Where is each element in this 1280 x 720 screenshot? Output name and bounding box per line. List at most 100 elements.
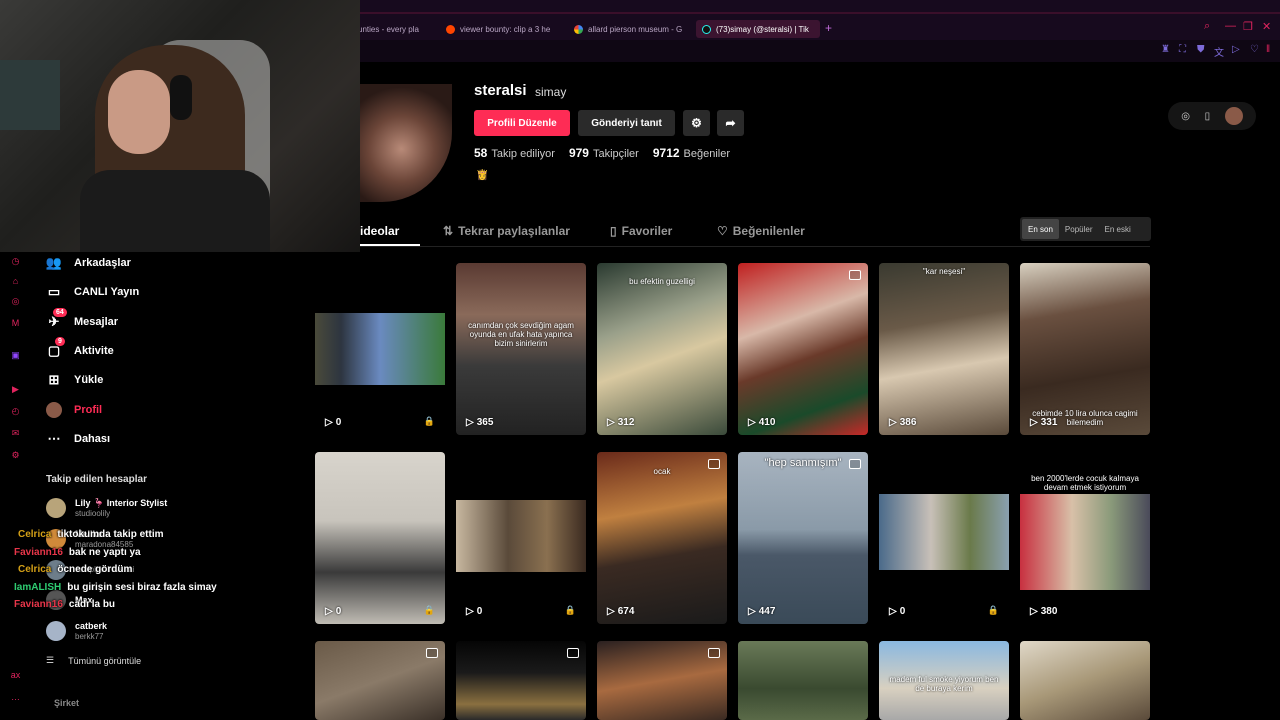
tab-videos[interactable]: ideolar <box>360 224 399 238</box>
video-card[interactable]: ocak ▷ 674 <box>597 452 727 624</box>
webcam-shirt <box>80 170 270 252</box>
sidebar-item-label: Arkadaşlar <box>74 257 131 269</box>
video-card[interactable] <box>1020 641 1150 720</box>
video-card[interactable] <box>597 641 727 720</box>
play-icon[interactable]: ▷ <box>1232 44 1240 55</box>
play-icon: ▷ <box>466 606 474 617</box>
tab-label: viewer bounty: clip a 3 he <box>460 24 551 34</box>
active-tab-indicator <box>360 244 420 246</box>
webcam-background <box>0 60 60 130</box>
tab-label: (73)simay (@steralsi) | Tik <box>716 24 809 34</box>
view-count-value: 380 <box>1040 606 1058 617</box>
search-icon[interactable]: ⌕ <box>1204 20 1210 33</box>
tab-reposts[interactable]: ⇅ Tekrar paylaşılanlar <box>443 224 570 238</box>
sidebar-item-friends[interactable]: 👥 Arkadaşlar <box>46 252 131 274</box>
company-link[interactable]: Şirket <box>54 698 79 708</box>
translate-icon[interactable]: 文 <box>1214 44 1224 59</box>
sidebar-item-profile[interactable]: Profil <box>46 399 102 421</box>
twitch-icon[interactable]: ▣ <box>10 350 21 361</box>
maximize-icon[interactable]: ❐ <box>1243 20 1253 33</box>
promote-post-button[interactable]: Gönderiyi tanıt <box>578 110 675 136</box>
see-all-link[interactable]: ☰ Tümünü görüntüle <box>46 655 141 666</box>
view-count: ▷ 312 <box>607 417 634 428</box>
browser-tab-active[interactable]: (73)simay (@steralsi) | Tik <box>696 20 820 38</box>
view-count: ▷ 0 <box>325 606 341 617</box>
chat-icon[interactable]: ✉ <box>10 428 21 439</box>
sidebar-item-more[interactable]: ⋯ Dahası <box>46 428 111 450</box>
video-card[interactable]: cebimde 10 lira olunca cagimi bilemedim … <box>1020 263 1150 435</box>
view-count: ▷ 447 <box>748 606 775 617</box>
video-card[interactable]: ▷ 0 🔒 <box>879 452 1009 624</box>
user-avatar[interactable] <box>1224 107 1243 125</box>
browser-tab-3[interactable]: allard pierson museum - G <box>568 20 690 38</box>
sort-latest[interactable]: En son <box>1022 219 1059 239</box>
video-caption: ocak <box>653 467 671 476</box>
sidebar-item-live[interactable]: ▭ CANLI Yayın <box>46 281 139 303</box>
settings-icon[interactable]: ⚙ <box>10 450 21 461</box>
stat-value: 58 <box>474 146 488 160</box>
play-circle-icon[interactable]: ▶ <box>10 384 21 395</box>
video-card[interactable]: ▷ 0 🔒 <box>315 452 445 624</box>
view-count: ▷ 0 <box>325 417 341 428</box>
mail-icon[interactable]: M <box>10 318 21 329</box>
store-icon[interactable]: ⌂ <box>10 276 21 287</box>
bookmark-icon[interactable]: ♜ <box>1161 44 1170 55</box>
sidebar-item-label: Dahası <box>74 433 111 445</box>
more-dots-icon[interactable]: … <box>10 692 21 703</box>
video-caption: ben 2000'lerde cocuk kalmaya devam etmek… <box>1031 474 1139 492</box>
following-account[interactable]: catberk berkk77 <box>46 616 107 646</box>
tab-liked[interactable]: ♡ Beğenilenler <box>717 224 805 238</box>
sidebar-item-activity[interactable]: ▢ 9 Aktivite <box>46 337 114 362</box>
share-button[interactable]: ➦ <box>717 110 744 136</box>
browser-tab-1[interactable]: unties - every pla <box>352 20 432 38</box>
extension-icon[interactable]: ax <box>10 670 21 681</box>
video-card[interactable] <box>738 641 868 720</box>
minimize-icon[interactable]: — <box>1225 20 1236 32</box>
google-icon <box>574 24 583 34</box>
settings-button[interactable]: ⚙ <box>683 110 710 136</box>
history-icon[interactable]: ◷ <box>10 256 21 267</box>
heart-icon[interactable]: ♡ <box>1250 44 1259 55</box>
compass-icon[interactable]: ◎ <box>1181 111 1190 122</box>
messages-badge: 64 <box>53 308 67 317</box>
sidebar-item-label: Mesajlar <box>74 316 119 328</box>
followers-count[interactable]: 979 Takipçiler <box>569 146 639 160</box>
stat-label: Takipçiler <box>592 148 639 160</box>
video-card[interactable] <box>315 641 445 720</box>
play-icon: ▷ <box>748 606 756 617</box>
video-card[interactable]: ''kar neşesi'' ▷ 386 <box>879 263 1009 435</box>
menu-icon[interactable]: ‖ <box>1266 44 1270 55</box>
crop-icon[interactable]: ⛶ <box>1179 44 1186 55</box>
following-account[interactable]: Lily 🦩 Interior Stylist studioolily <box>46 493 167 523</box>
video-card[interactable]: ben 2000'lerde cocuk kalmaya devam etmek… <box>1020 452 1150 624</box>
edit-profile-button[interactable]: Profili Düzenle <box>474 110 570 136</box>
browser-tab-2[interactable]: viewer bounty: clip a 3 he <box>440 20 562 38</box>
video-card[interactable]: ▷ 410 <box>738 263 868 435</box>
sidebar-item-messages[interactable]: ✈ 64 Mesajlar <box>46 308 119 333</box>
phone-icon[interactable]: ▯ <box>1205 111 1211 122</box>
video-card[interactable]: ▷ 0 🔒 <box>315 263 445 435</box>
chat-user: Celrica <box>18 529 52 540</box>
view-count-value: 447 <box>758 606 776 617</box>
profile-avatar[interactable] <box>360 84 452 202</box>
video-card[interactable]: ▷ 0 🔒 <box>456 452 586 624</box>
video-card[interactable]: canımdan çok sevdiğim agam oyunda en ufa… <box>456 263 586 435</box>
tab-favorites[interactable]: ▯ Favoriler <box>610 224 672 238</box>
shield-icon[interactable]: ⛊ <box>1197 44 1205 55</box>
profile-bio: 👸 <box>476 170 489 181</box>
video-card[interactable]: madem ful smoke yiyorum ben de buraya ke… <box>879 641 1009 720</box>
video-card[interactable] <box>456 641 586 720</box>
sort-oldest[interactable]: En eski <box>1098 219 1136 239</box>
chat-message: IamALISH bu girişin sesi biraz fazla sima… <box>14 582 217 593</box>
close-icon[interactable]: ✕ <box>1262 20 1271 33</box>
new-tab-button[interactable]: + <box>825 21 832 35</box>
likes-count: 9712 Beğeniler <box>653 146 730 160</box>
instagram-icon[interactable]: ◎ <box>10 296 21 307</box>
clock-icon[interactable]: ◴ <box>10 406 21 417</box>
sort-popular[interactable]: Popüler <box>1059 219 1099 239</box>
video-card[interactable]: "hep sanmışım" ▷ 447 <box>738 452 868 624</box>
following-count[interactable]: 58 Takip ediliyor <box>474 146 555 160</box>
sidebar-item-upload[interactable]: ⊞ Yükle <box>46 369 104 391</box>
view-count-value: 312 <box>617 417 635 428</box>
video-card[interactable]: bu efektin guzelligi ▷ 312 <box>597 263 727 435</box>
